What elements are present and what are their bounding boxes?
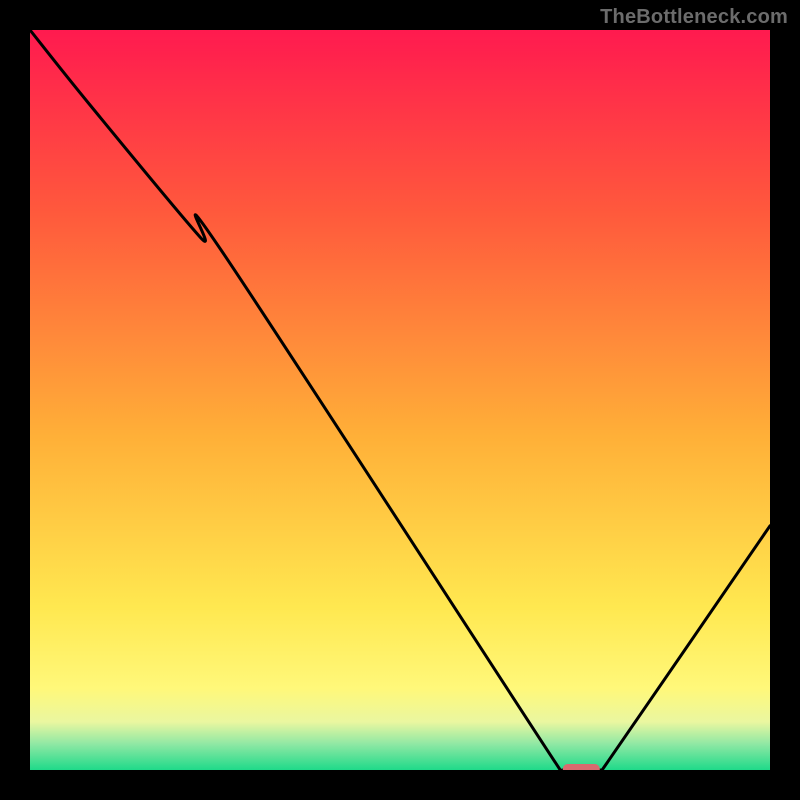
plot-area <box>30 30 770 770</box>
gradient-background <box>30 30 770 770</box>
chart-frame: TheBottleneck.com <box>0 0 800 800</box>
watermark-text: TheBottleneck.com <box>600 6 788 29</box>
chart-svg <box>30 30 770 770</box>
optimum-marker <box>563 764 600 770</box>
